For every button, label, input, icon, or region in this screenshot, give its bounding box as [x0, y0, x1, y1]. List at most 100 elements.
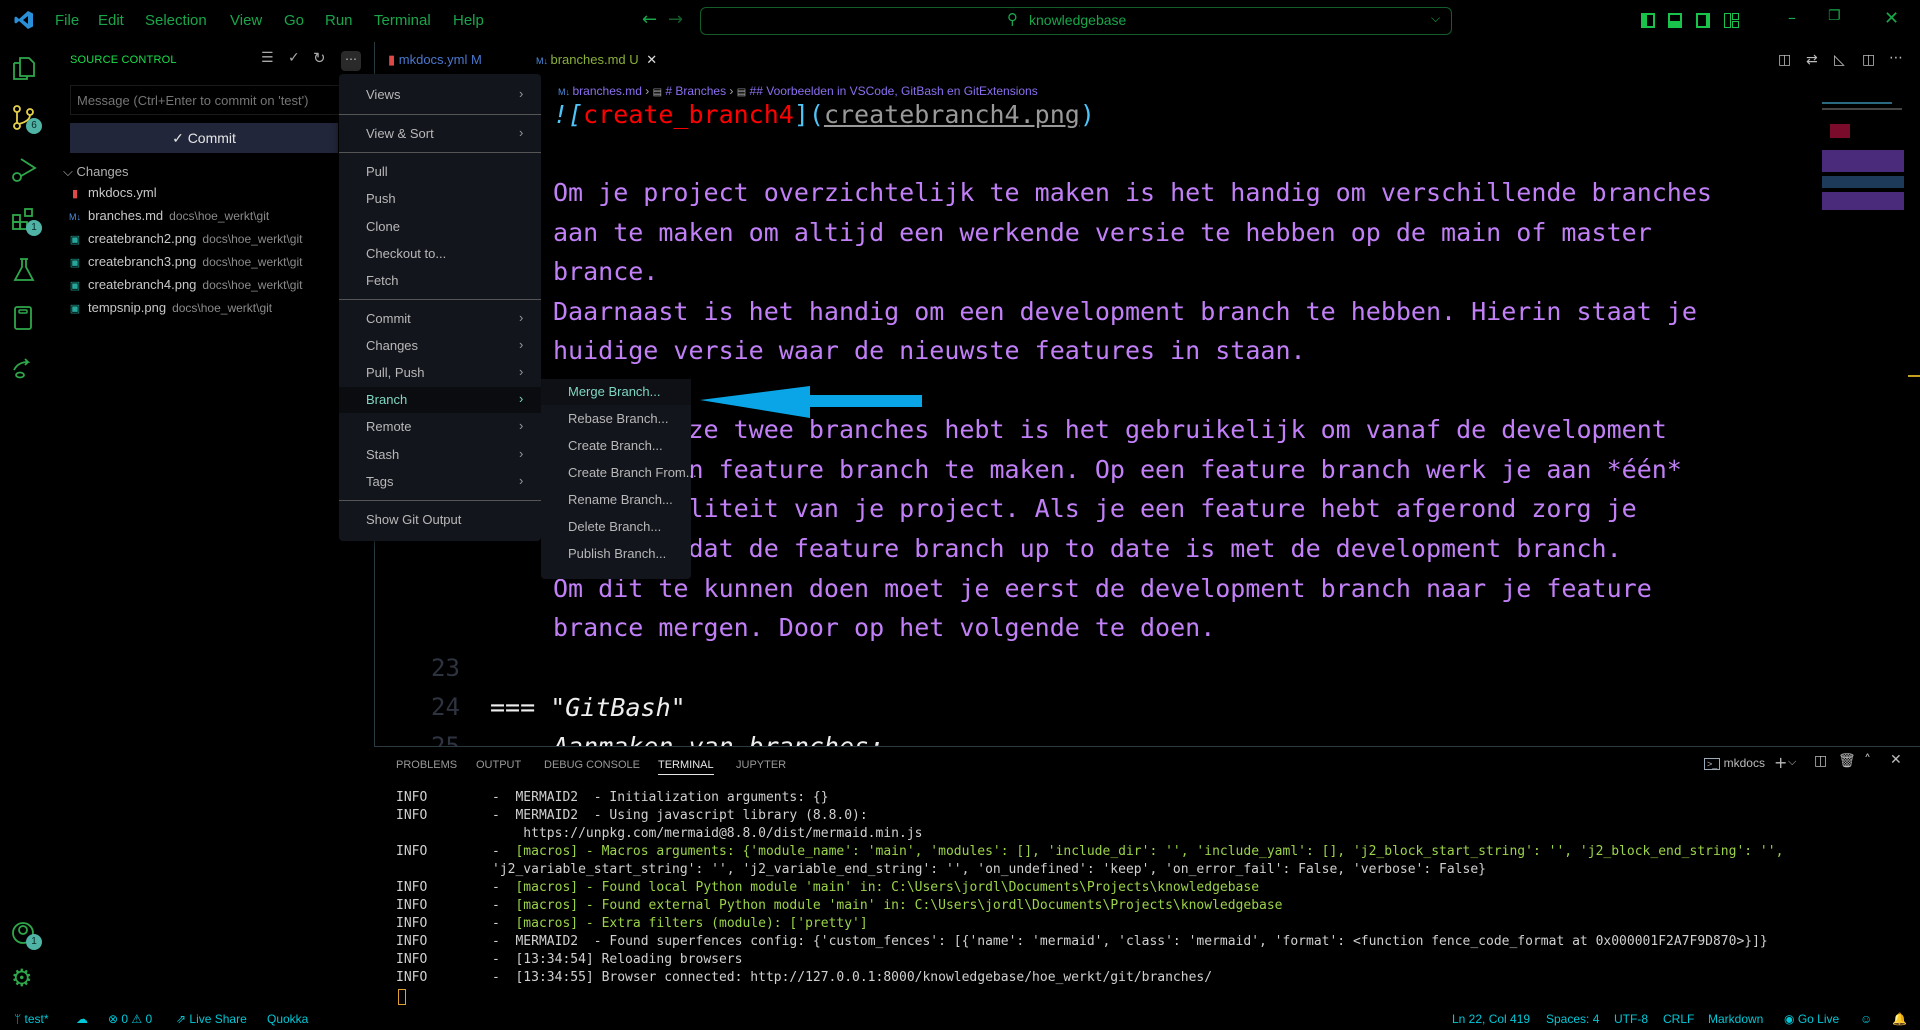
changed-file-item[interactable]: ▣ createbranch4.png docs\hoe_werkt\git: [68, 277, 303, 299]
menu-item-view-sort[interactable]: View & Sort ›: [339, 121, 541, 147]
file-name: createbranch3.png: [88, 254, 197, 269]
explorer-icon[interactable]: [10, 54, 38, 82]
menu-go[interactable]: Go: [284, 12, 304, 29]
menu-item-views[interactable]: Views ›: [339, 82, 541, 108]
maximize-panel-icon[interactable]: ˄: [1864, 753, 1871, 769]
tab-mkdocs-yml[interactable]: ▮ mkdocs.yml M: [388, 52, 482, 68]
forward-arrow-icon[interactable]: →: [668, 9, 683, 30]
breadcrumb-h2[interactable]: ## Voorbeelden in VSCode, GitBash en Git…: [750, 84, 1038, 98]
chevron-down-icon[interactable]: ⌵: [1431, 11, 1440, 26]
breadcrumb-file[interactable]: branches.md: [573, 84, 642, 98]
open-changes-icon[interactable]: ⇄: [1806, 52, 1818, 68]
customize-layout-icon[interactable]: [1724, 13, 1739, 28]
panel-tab-problems[interactable]: PROBLEMS: [396, 759, 457, 771]
menu-item-fetch[interactable]: Fetch: [339, 268, 541, 294]
restore-icon[interactable]: ❐: [1828, 8, 1841, 24]
encoding[interactable]: UTF-8: [1614, 1012, 1648, 1026]
submenu-item-merge-branch[interactable]: Merge Branch...: [541, 379, 691, 405]
menu-selection[interactable]: Selection: [145, 12, 207, 29]
toggle-panel-icon[interactable]: [1668, 13, 1682, 28]
notebook-icon[interactable]: [10, 304, 38, 332]
panel-tab-debug-console[interactable]: DEBUG CONSOLE: [544, 759, 640, 771]
menu-item-remote[interactable]: Remote ›: [339, 414, 541, 440]
menu-item-pull[interactable]: Pull: [339, 159, 541, 185]
panel-tab-terminal[interactable]: TERMINAL: [658, 759, 714, 775]
panel-tab-output[interactable]: OUTPUT: [476, 759, 521, 771]
feedback-icon[interactable]: ☺: [1860, 1012, 1872, 1026]
image-src-link[interactable]: createbranch4.png: [824, 100, 1080, 129]
terminal-instance[interactable]: >_ mkdocs: [1704, 756, 1765, 770]
indentation[interactable]: Spaces: 4: [1546, 1012, 1599, 1026]
menu-item-tags[interactable]: Tags ›: [339, 469, 541, 495]
notifications-bell-icon[interactable]: 🔔: [1892, 1012, 1907, 1026]
branch-indicator[interactable]: ᛘ test*: [14, 1012, 49, 1026]
more-actions-button[interactable]: ⋯: [341, 51, 361, 71]
submenu-item-create-branch[interactable]: Create Branch...: [541, 433, 691, 459]
language-mode[interactable]: Markdown: [1708, 1012, 1763, 1026]
panel-tab-jupyter[interactable]: JUPYTER: [736, 759, 786, 771]
run-debug-icon[interactable]: [10, 156, 38, 184]
open-preview-icon[interactable]: ◫: [1778, 52, 1791, 68]
submenu-item-rebase-branch[interactable]: Rebase Branch...: [541, 406, 691, 432]
menu-item-stash[interactable]: Stash ›: [339, 442, 541, 468]
cursor-position[interactable]: Ln 22, Col 419: [1452, 1012, 1530, 1026]
go-live-button[interactable]: ◉ Go Live: [1784, 1012, 1839, 1026]
submenu-item-create-branch-from[interactable]: Create Branch From...: [541, 460, 697, 486]
command-center-search[interactable]: ⚲ knowledgebase ⌵: [700, 7, 1452, 35]
menu-item-clone[interactable]: Clone: [339, 214, 541, 240]
tab-branches-md[interactable]: M↓ branches.md U ✕: [536, 52, 657, 68]
minimize-icon[interactable]: –: [1788, 8, 1796, 27]
live-share-icon[interactable]: [10, 354, 38, 382]
problems-indicator[interactable]: ⊗ 0 ⚠ 0: [108, 1012, 152, 1026]
toggle-primary-sidebar-icon[interactable]: [1641, 13, 1655, 28]
changed-file-item[interactable]: ▮ mkdocs.yml: [68, 185, 157, 207]
back-arrow-icon[interactable]: ←: [642, 9, 657, 30]
testing-flask-icon[interactable]: [10, 256, 38, 284]
menu-item-checkout[interactable]: Checkout to...: [339, 241, 541, 267]
commit-check-icon[interactable]: ✓: [288, 50, 300, 66]
close-tab-icon[interactable]: ✕: [646, 52, 657, 67]
view-as-tree-icon[interactable]: ☰: [261, 50, 274, 66]
toggle-secondary-sidebar-icon[interactable]: [1696, 13, 1710, 28]
split-terminal-icon[interactable]: ◫: [1814, 753, 1827, 769]
more-actions-icon[interactable]: ⋯: [1889, 50, 1903, 66]
commit-button[interactable]: ✓ Commit: [70, 123, 338, 153]
menu-terminal[interactable]: Terminal: [374, 12, 431, 29]
kill-terminal-trash-icon[interactable]: 🗑: [1838, 753, 1856, 769]
menu-item-branch[interactable]: Branch ›: [339, 387, 541, 413]
menu-edit[interactable]: Edit: [98, 12, 124, 29]
settings-gear-icon[interactable]: ⚙: [11, 964, 33, 992]
changed-file-item[interactable]: ▣ createbranch3.png docs\hoe_werkt\git: [68, 254, 303, 276]
minimap[interactable]: [1822, 100, 1908, 215]
menu-run[interactable]: Run: [325, 12, 353, 29]
changed-file-item[interactable]: M↓ branches.md docs\hoe_werkt\git: [68, 208, 269, 230]
commit-message-input[interactable]: [70, 85, 354, 115]
submenu-item-rename-branch[interactable]: Rename Branch...: [541, 487, 691, 513]
changes-group-header[interactable]: ⌵ Changes: [63, 164, 129, 180]
live-share-button[interactable]: ⇗ Live Share: [176, 1012, 247, 1026]
menu-help[interactable]: Help: [453, 12, 484, 29]
menu-file[interactable]: File: [55, 12, 79, 29]
changed-file-item[interactable]: ▣ createbranch2.png docs\hoe_werkt\git: [68, 231, 303, 253]
refresh-icon[interactable]: ↻: [313, 49, 326, 67]
menu-item-changes[interactable]: Changes ›: [339, 333, 541, 359]
split-editor-icon[interactable]: ◫: [1862, 52, 1875, 68]
menu-view[interactable]: View: [230, 12, 262, 29]
menu-item-commit[interactable]: Commit ›: [339, 306, 541, 332]
quokka-button[interactable]: Quokka: [267, 1012, 308, 1026]
gitlens-compare-icon[interactable]: ◺: [1834, 52, 1845, 68]
sync-cloud-icon[interactable]: ☁: [76, 1012, 88, 1026]
terminal-dropdown-icon[interactable]: ⌵: [1788, 755, 1796, 769]
new-terminal-icon[interactable]: +: [1774, 753, 1787, 772]
menu-item-push[interactable]: Push: [339, 186, 541, 212]
breadcrumb-h1[interactable]: # Branches: [665, 84, 726, 98]
line-number: 25: [431, 732, 460, 746]
menu-item-pull-push[interactable]: Pull, Push ›: [339, 360, 541, 386]
end-of-line[interactable]: CRLF: [1663, 1012, 1694, 1026]
changed-file-item[interactable]: ▣ tempsnip.png docs\hoe_werkt\git: [68, 300, 272, 322]
submenu-item-delete-branch[interactable]: Delete Branch...: [541, 514, 691, 540]
menu-item-show-git-output[interactable]: Show Git Output: [339, 507, 541, 533]
close-panel-icon[interactable]: ✕: [1890, 752, 1902, 768]
close-window-icon[interactable]: ✕: [1884, 8, 1899, 29]
submenu-item-publish-branch[interactable]: Publish Branch...: [541, 541, 691, 567]
